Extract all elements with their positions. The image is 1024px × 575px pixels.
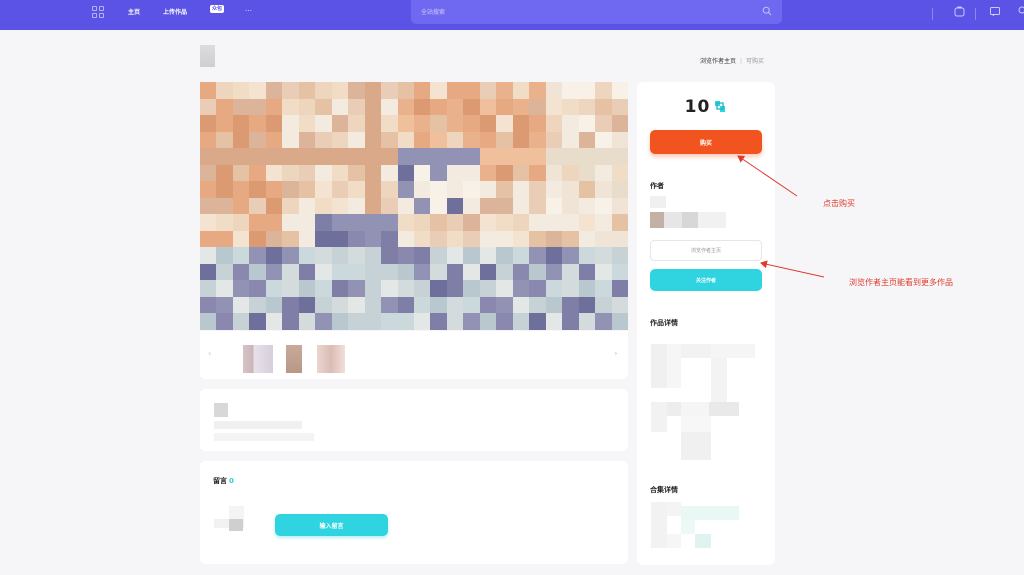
thumbnail[interactable]	[243, 345, 273, 373]
purchase-sidebar: 10 购买 作者 浏览作者主页 关注作者 作品详情 合集详情	[637, 82, 775, 565]
search-input[interactable]	[421, 6, 741, 18]
apps-grid-icon[interactable]	[92, 6, 104, 18]
thumbnail[interactable]	[317, 345, 345, 373]
comment-count: 0	[229, 477, 234, 485]
purchasable-status: 可购买	[746, 58, 765, 65]
nav-divider	[975, 8, 976, 20]
collection-details-heading: 合集详情	[650, 486, 678, 494]
commenter-avatar	[214, 506, 244, 536]
breadcrumb: 浏览作者主页 | 可购买	[700, 56, 764, 65]
top-nav-bar: 主页 上传作品 众包 …	[0, 0, 1024, 30]
author-heading: 作者	[650, 182, 664, 190]
message-icon[interactable]	[989, 5, 1002, 18]
comment-title: 留言 0	[213, 476, 234, 486]
nav-more-icon[interactable]: …	[245, 5, 252, 13]
thumbnail-strip: ‹ ›	[200, 331, 628, 379]
description-avatar	[214, 403, 228, 417]
cart-icon[interactable]	[953, 5, 966, 18]
description-line	[214, 433, 314, 441]
author-home-button[interactable]: 浏览作者主页	[650, 240, 762, 261]
work-details-heading: 作品详情	[650, 319, 678, 327]
buy-button[interactable]: 购买	[650, 130, 762, 154]
chevron-right-icon[interactable]: ›	[614, 349, 618, 359]
thumbnail[interactable]	[286, 345, 302, 373]
artwork-preview-image[interactable]	[200, 82, 628, 330]
breadcrumb-separator: |	[740, 58, 743, 65]
nav-crowdsource-badge[interactable]: 众包	[210, 5, 224, 13]
home-hint-annotation: 浏览作者主页能看到更多作品	[849, 278, 953, 287]
work-description-card	[200, 389, 628, 451]
description-line	[214, 421, 302, 429]
buy-hint-annotation: 点击购买	[823, 199, 855, 208]
comment-card: 留言 0 输入留言	[200, 461, 628, 564]
author-home-link[interactable]: 浏览作者主页	[700, 58, 736, 65]
nav-home[interactable]: 主页	[128, 7, 140, 16]
profile-icon[interactable]	[1016, 5, 1024, 18]
nav-divider	[932, 8, 933, 20]
comment-title-label: 留言	[213, 477, 227, 485]
follow-author-button[interactable]: 关注作者	[650, 269, 762, 291]
pixelated-artwork	[200, 82, 628, 330]
nav-upload[interactable]: 上传作品	[163, 7, 187, 16]
price: 10	[637, 97, 775, 117]
search-icon[interactable]	[762, 6, 772, 16]
price-value: 10	[684, 97, 711, 117]
author-avatar[interactable]	[650, 196, 666, 208]
work-thumbnail-placeholder	[200, 45, 215, 67]
author-name-placeholder	[650, 212, 726, 228]
nav-badge-label: 众包	[211, 6, 222, 12]
coin-icon	[715, 101, 726, 112]
search-bar	[411, 0, 782, 24]
chevron-left-icon[interactable]: ‹	[208, 349, 212, 359]
add-comment-button[interactable]: 输入留言	[275, 514, 388, 536]
